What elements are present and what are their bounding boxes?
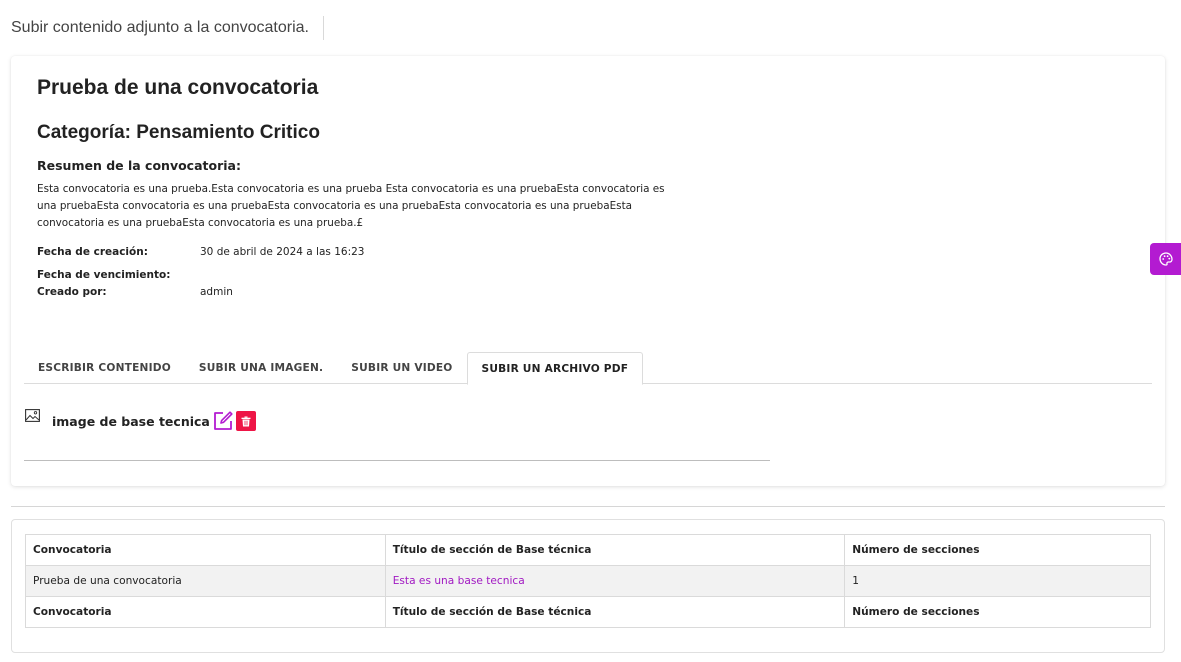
attachment-name: image de base tecnica xyxy=(52,413,210,429)
theme-settings-button[interactable] xyxy=(1150,243,1181,275)
column-footer-numero: Número de secciones xyxy=(844,596,1151,628)
convocatoria-category: Categoría: Pensamiento Critico xyxy=(37,122,320,143)
table-row: Prueba de una convocatoria Esta es una b… xyxy=(25,565,1151,597)
column-footer-titulo: Título de sección de Base técnica xyxy=(384,596,846,628)
convocatoria-title: Prueba de una convocatoria xyxy=(37,76,319,99)
created-value: 30 de abril de 2024 a las 16:23 xyxy=(200,246,365,258)
tab-subir-video[interactable]: SUBIR UN VIDEO xyxy=(337,352,466,384)
created-label: Fecha de creación: xyxy=(37,246,148,258)
section-divider xyxy=(11,506,1165,507)
due-label: Fecha de vencimiento: xyxy=(37,269,171,281)
attachment-item: image de base tecnica xyxy=(25,408,256,434)
author-value: admin xyxy=(200,286,233,298)
column-footer-convocatoria: Convocatoria xyxy=(25,596,386,628)
palette-icon xyxy=(1158,252,1173,266)
page-title: Subir contenido adjunto a la convocatori… xyxy=(11,19,309,36)
base-tecnica-table: Convocatoria Título de sección de Base t… xyxy=(25,534,1151,628)
tab-escribir-contenido[interactable]: ESCRIBIR CONTENIDO xyxy=(24,352,185,384)
cell-convocatoria: Prueba de una convocatoria xyxy=(25,565,386,597)
base-tecnica-link[interactable]: Esta es una base tecnica xyxy=(393,575,525,587)
trash-icon xyxy=(241,416,251,426)
column-header-numero[interactable]: Número de secciones xyxy=(844,534,1151,566)
summary-label: Resumen de la convocatoria: xyxy=(37,158,241,173)
delete-button[interactable] xyxy=(235,411,256,431)
column-header-titulo[interactable]: Título de sección de Base técnica xyxy=(384,534,846,566)
table-footer-row: Convocatoria Título de sección de Base t… xyxy=(25,596,1151,628)
table-header-row: Convocatoria Título de sección de Base t… xyxy=(25,534,1151,566)
cell-titulo: Esta es una base tecnica xyxy=(384,565,846,597)
column-header-convocatoria[interactable]: Convocatoria xyxy=(25,534,386,566)
tab-subir-pdf[interactable]: SUBIR UN ARCHIVO PDF xyxy=(466,352,644,385)
summary-text: Esta convocatoria es una prueba.Esta con… xyxy=(37,183,665,229)
convocatoria-card: Prueba de una convocatoria Categoría: Pe… xyxy=(11,56,1165,486)
base-tecnica-table-card: Convocatoria Título de sección de Base t… xyxy=(11,519,1165,653)
image-icon xyxy=(25,408,40,422)
edit-icon[interactable] xyxy=(212,410,234,432)
attachment-divider xyxy=(24,460,770,461)
header-divider xyxy=(322,16,324,40)
content-tabs: ESCRIBIR CONTENIDO SUBIR UNA IMAGEN. SUB… xyxy=(24,352,1152,385)
page-header: Subir contenido adjunto a la convocatori… xyxy=(11,15,324,41)
author-label: Creado por: xyxy=(37,286,107,298)
tab-subir-imagen[interactable]: SUBIR UNA IMAGEN. xyxy=(185,352,337,384)
cell-numero: 1 xyxy=(844,565,1151,597)
